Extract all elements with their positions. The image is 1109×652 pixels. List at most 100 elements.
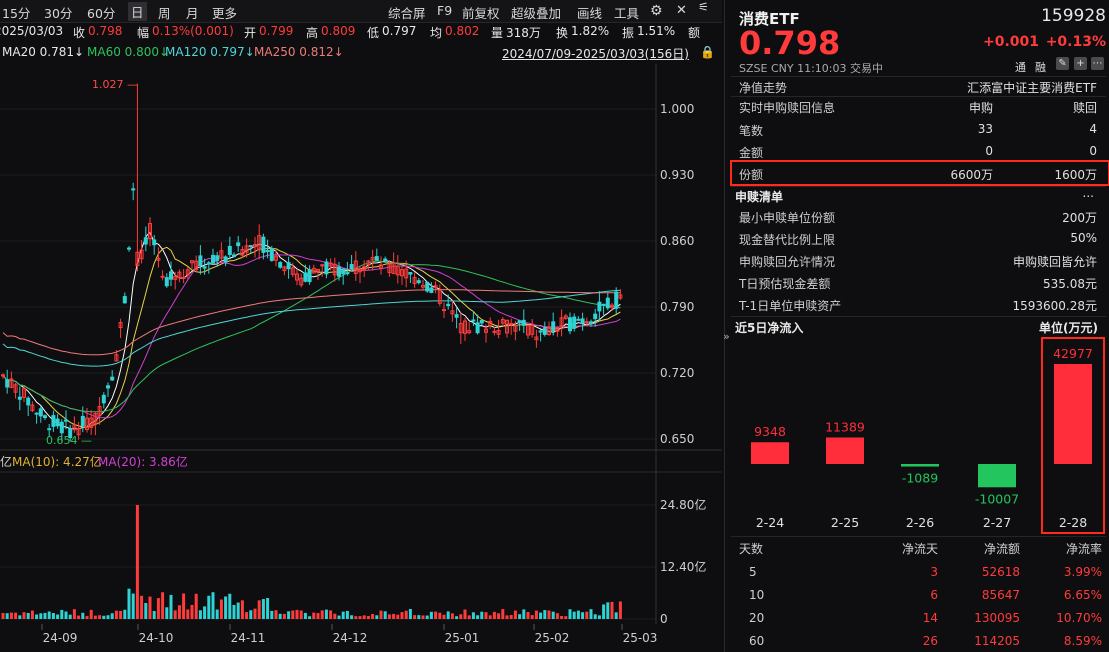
avg-value: 0.802 — [445, 24, 479, 38]
volume-bar — [216, 610, 219, 619]
volume-bar — [321, 610, 324, 619]
flow-highlight-box — [1041, 337, 1105, 534]
kline-chart[interactable]: 1.0000.9300.8600.7900.7200.65024.80亿12.4… — [0, 64, 722, 652]
volume-bar — [560, 616, 563, 619]
draw-line-button[interactable]: 画线 — [577, 3, 602, 22]
volume-bar — [581, 612, 584, 619]
candle-body — [132, 189, 135, 190]
flow-bar — [978, 464, 1016, 487]
candle-body — [543, 328, 546, 334]
price-tick-label: 0.650 — [660, 432, 694, 446]
volume-bar — [619, 601, 622, 619]
forward-adjust-button[interactable]: 前复权 — [462, 3, 500, 22]
tools-button[interactable]: 工具 — [614, 3, 639, 22]
table-cell: 6.65% — [1064, 588, 1102, 602]
candle-body — [44, 416, 47, 418]
volume-bar — [489, 615, 492, 619]
vol-ma10-legend: MA(10): 4.27亿 — [12, 454, 102, 469]
collapse-panel-icon[interactable]: » — [723, 330, 730, 343]
volume-bar — [531, 615, 534, 619]
quote-info-bar: 2025/03/03 收 0.798 幅 0.13%(0.001) 开 0.79… — [0, 22, 722, 42]
flow-date: 2-24 — [740, 515, 800, 530]
table-cell: 14 — [923, 611, 938, 625]
candle-body — [182, 277, 185, 278]
close-icon[interactable]: ✕ — [676, 3, 687, 18]
price-tick-label: 0.720 — [660, 366, 694, 380]
flow-bar — [901, 464, 939, 467]
table-cell: 6 — [930, 588, 938, 602]
volume-bar — [136, 505, 139, 619]
flow-value-label: -10007 — [975, 491, 1019, 506]
table-cell: 3.99% — [1064, 565, 1102, 579]
candle-body — [606, 298, 609, 308]
volume-bar — [518, 614, 521, 619]
volume-bar — [157, 598, 160, 619]
volume-bar — [81, 613, 84, 619]
volume-bar — [27, 613, 30, 619]
flow-bar — [751, 442, 789, 464]
volume-bar — [434, 612, 437, 619]
period-more[interactable]: 更多 — [212, 3, 237, 22]
table-cell: 10 — [749, 588, 764, 602]
period-week[interactable]: 周 — [158, 3, 171, 22]
volume-bar — [60, 610, 63, 619]
table-cell: 114205 — [974, 634, 1020, 648]
candle-body — [472, 320, 475, 321]
volume-bar — [115, 611, 118, 619]
volume-bar — [333, 614, 336, 619]
candle-body — [207, 263, 210, 264]
axis-labels: 1.0000.9300.8600.7900.7200.65024.80亿12.4… — [42, 78, 706, 645]
volume-bar — [497, 613, 500, 619]
volume-bar — [149, 597, 152, 619]
high-annotation: 1.027 — — [92, 78, 138, 91]
x-tick-label: 24-09 — [43, 631, 78, 645]
candle-body — [203, 267, 206, 268]
composite-screen-button[interactable]: 综合屏 — [388, 3, 426, 22]
table-cell: 85647 — [982, 588, 1020, 602]
lock-icon[interactable]: 🔒 — [700, 45, 715, 59]
volume-bar — [451, 613, 454, 619]
candle-body — [304, 273, 307, 281]
candle-body — [212, 255, 215, 262]
candle-body — [518, 321, 521, 323]
period-60min[interactable]: 60分 — [87, 3, 115, 22]
candle-body — [602, 304, 605, 305]
period-15min[interactable]: 15分 — [2, 3, 30, 22]
super-overlay-button[interactable]: 超级叠加 — [511, 3, 561, 22]
table-header-days: 天数 — [739, 540, 763, 557]
date-range-selector[interactable]: 2024/07/09-2025/03/03(156日) — [502, 45, 689, 62]
volume-bar — [539, 613, 542, 619]
volume-bar — [228, 594, 231, 619]
amplitude-label: 振 — [622, 24, 634, 41]
table-cell: 130095 — [974, 611, 1020, 625]
candle-body — [308, 270, 311, 282]
volume-bar — [594, 614, 597, 619]
candle-body — [594, 314, 597, 319]
table-cell: 26 — [923, 634, 938, 648]
settings-icon[interactable]: ⚙ — [650, 3, 663, 19]
volume-bar — [245, 612, 248, 619]
volume-bar — [312, 613, 315, 619]
candle-body — [233, 255, 236, 257]
f9-button[interactable]: F9 — [437, 3, 452, 18]
candle-body — [409, 273, 412, 275]
volume-tick-label: 12.40亿 — [660, 559, 706, 574]
volume-bar — [140, 596, 143, 619]
volume-bar — [598, 615, 601, 619]
volume-bar — [409, 609, 412, 619]
expand-icon[interactable]: ⚟ — [698, 0, 709, 14]
volume-bar — [468, 615, 471, 619]
volume-bar — [258, 600, 261, 619]
table-cell: 8.59% — [1064, 634, 1102, 648]
candle-body — [262, 237, 265, 252]
period-30min[interactable]: 30分 — [44, 3, 72, 22]
period-month[interactable]: 月 — [186, 3, 199, 22]
candle-body — [161, 276, 164, 277]
table-header-flow-days: 净流天 — [902, 540, 938, 557]
volume-bar — [18, 615, 21, 619]
candle-body — [426, 282, 429, 291]
candle-body — [615, 292, 618, 308]
volume-bar — [371, 614, 374, 619]
period-day[interactable]: 日 — [128, 2, 147, 21]
volume-bar — [569, 609, 572, 619]
